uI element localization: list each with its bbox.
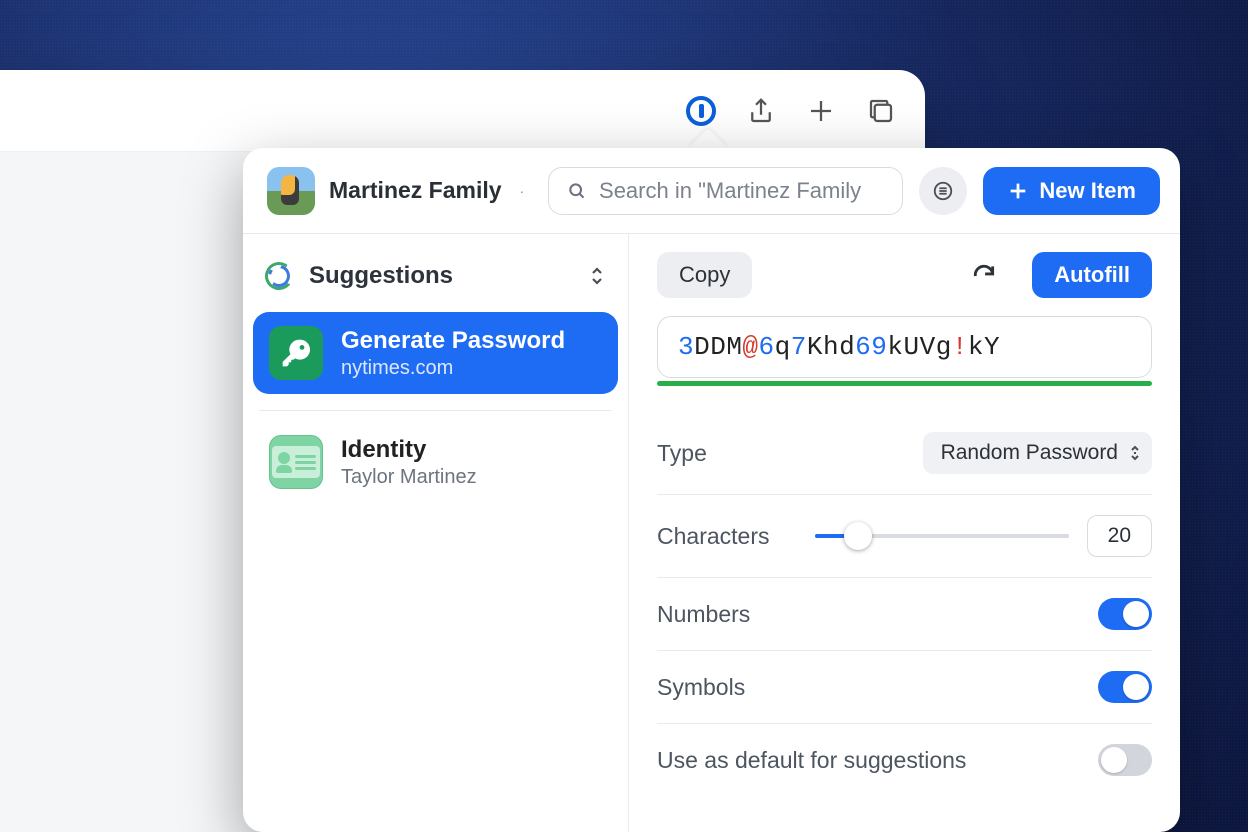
- key-icon: [269, 326, 323, 380]
- onepassword-toolbar-icon[interactable]: [685, 95, 717, 127]
- search-field[interactable]: [548, 167, 903, 215]
- strength-bar: [657, 381, 1152, 386]
- detail-pane: Copy Autofill 3DDM@6q7Khd69kUVg!kY Type …: [629, 234, 1180, 832]
- setting-label: Numbers: [657, 601, 750, 628]
- share-icon[interactable]: [745, 95, 777, 127]
- sort-updown-icon[interactable]: [588, 265, 606, 287]
- characters-count[interactable]: 20: [1087, 515, 1152, 557]
- setting-label: Type: [657, 440, 707, 467]
- copy-button[interactable]: Copy: [657, 252, 752, 298]
- refresh-button[interactable]: [966, 257, 1002, 293]
- browser-toolbar: [0, 70, 925, 152]
- divider: [259, 410, 612, 411]
- type-select[interactable]: Random Password: [923, 432, 1152, 474]
- refresh-icon: [971, 262, 997, 288]
- sidebar-item-subtitle: nytimes.com: [341, 357, 565, 380]
- copy-label: Copy: [679, 262, 730, 288]
- action-row: Copy Autofill: [657, 252, 1152, 298]
- slider-thumb[interactable]: [844, 522, 872, 550]
- new-item-button[interactable]: New Item: [983, 167, 1160, 215]
- sidebar: Suggestions Generate Password nytimes.co…: [243, 234, 629, 832]
- search-icon: [567, 180, 587, 202]
- autofill-label: Autofill: [1054, 262, 1130, 288]
- generated-password-field[interactable]: 3DDM@6q7Khd69kUVg!kY: [657, 316, 1152, 378]
- setting-label: Characters: [657, 523, 769, 550]
- autofill-button[interactable]: Autofill: [1032, 252, 1152, 298]
- onepassword-popup: Martinez Family · New Item Suggestions: [243, 148, 1180, 832]
- sidebar-item-title: Generate Password: [341, 327, 565, 355]
- suggestions-icon: [265, 262, 293, 290]
- sidebar-section-header[interactable]: Suggestions: [253, 244, 618, 312]
- popup-header: Martinez Family · New Item: [243, 148, 1180, 234]
- setting-label: Use as default for suggestions: [657, 747, 966, 774]
- sidebar-item-identity[interactable]: Identity Taylor Martinez: [253, 421, 618, 503]
- identity-icon: [269, 435, 323, 489]
- setting-type: Type Random Password: [657, 412, 1152, 495]
- symbols-toggle[interactable]: [1098, 671, 1152, 703]
- vault-avatar-icon: [267, 167, 315, 215]
- onepassword-icon: [686, 96, 716, 126]
- default-toggle[interactable]: [1098, 744, 1152, 776]
- setting-default: Use as default for suggestions: [657, 724, 1152, 796]
- list-icon: [932, 180, 954, 202]
- plus-icon[interactable]: [805, 95, 837, 127]
- sidebar-item-generate-password[interactable]: Generate Password nytimes.com: [253, 312, 618, 394]
- sidebar-item-title: Identity: [341, 436, 477, 464]
- setting-characters: Characters 20: [657, 495, 1152, 578]
- popup-body: Suggestions Generate Password nytimes.co…: [243, 234, 1180, 832]
- settings-button[interactable]: [919, 167, 967, 215]
- setting-numbers: Numbers: [657, 578, 1152, 651]
- numbers-toggle[interactable]: [1098, 598, 1152, 630]
- type-value: Random Password: [941, 441, 1118, 465]
- plus-icon: [1007, 180, 1029, 202]
- vault-selector[interactable]: Martinez Family ·: [263, 163, 532, 219]
- chevron-down-icon: ·: [520, 183, 525, 199]
- vault-name: Martinez Family: [329, 177, 502, 204]
- new-item-label: New Item: [1039, 178, 1136, 204]
- setting-label: Symbols: [657, 674, 745, 701]
- sidebar-section-title: Suggestions: [309, 262, 453, 290]
- tabs-icon[interactable]: [865, 95, 897, 127]
- setting-symbols: Symbols: [657, 651, 1152, 724]
- sidebar-item-subtitle: Taylor Martinez: [341, 466, 477, 489]
- search-input[interactable]: [599, 178, 884, 204]
- characters-slider[interactable]: [815, 522, 1069, 550]
